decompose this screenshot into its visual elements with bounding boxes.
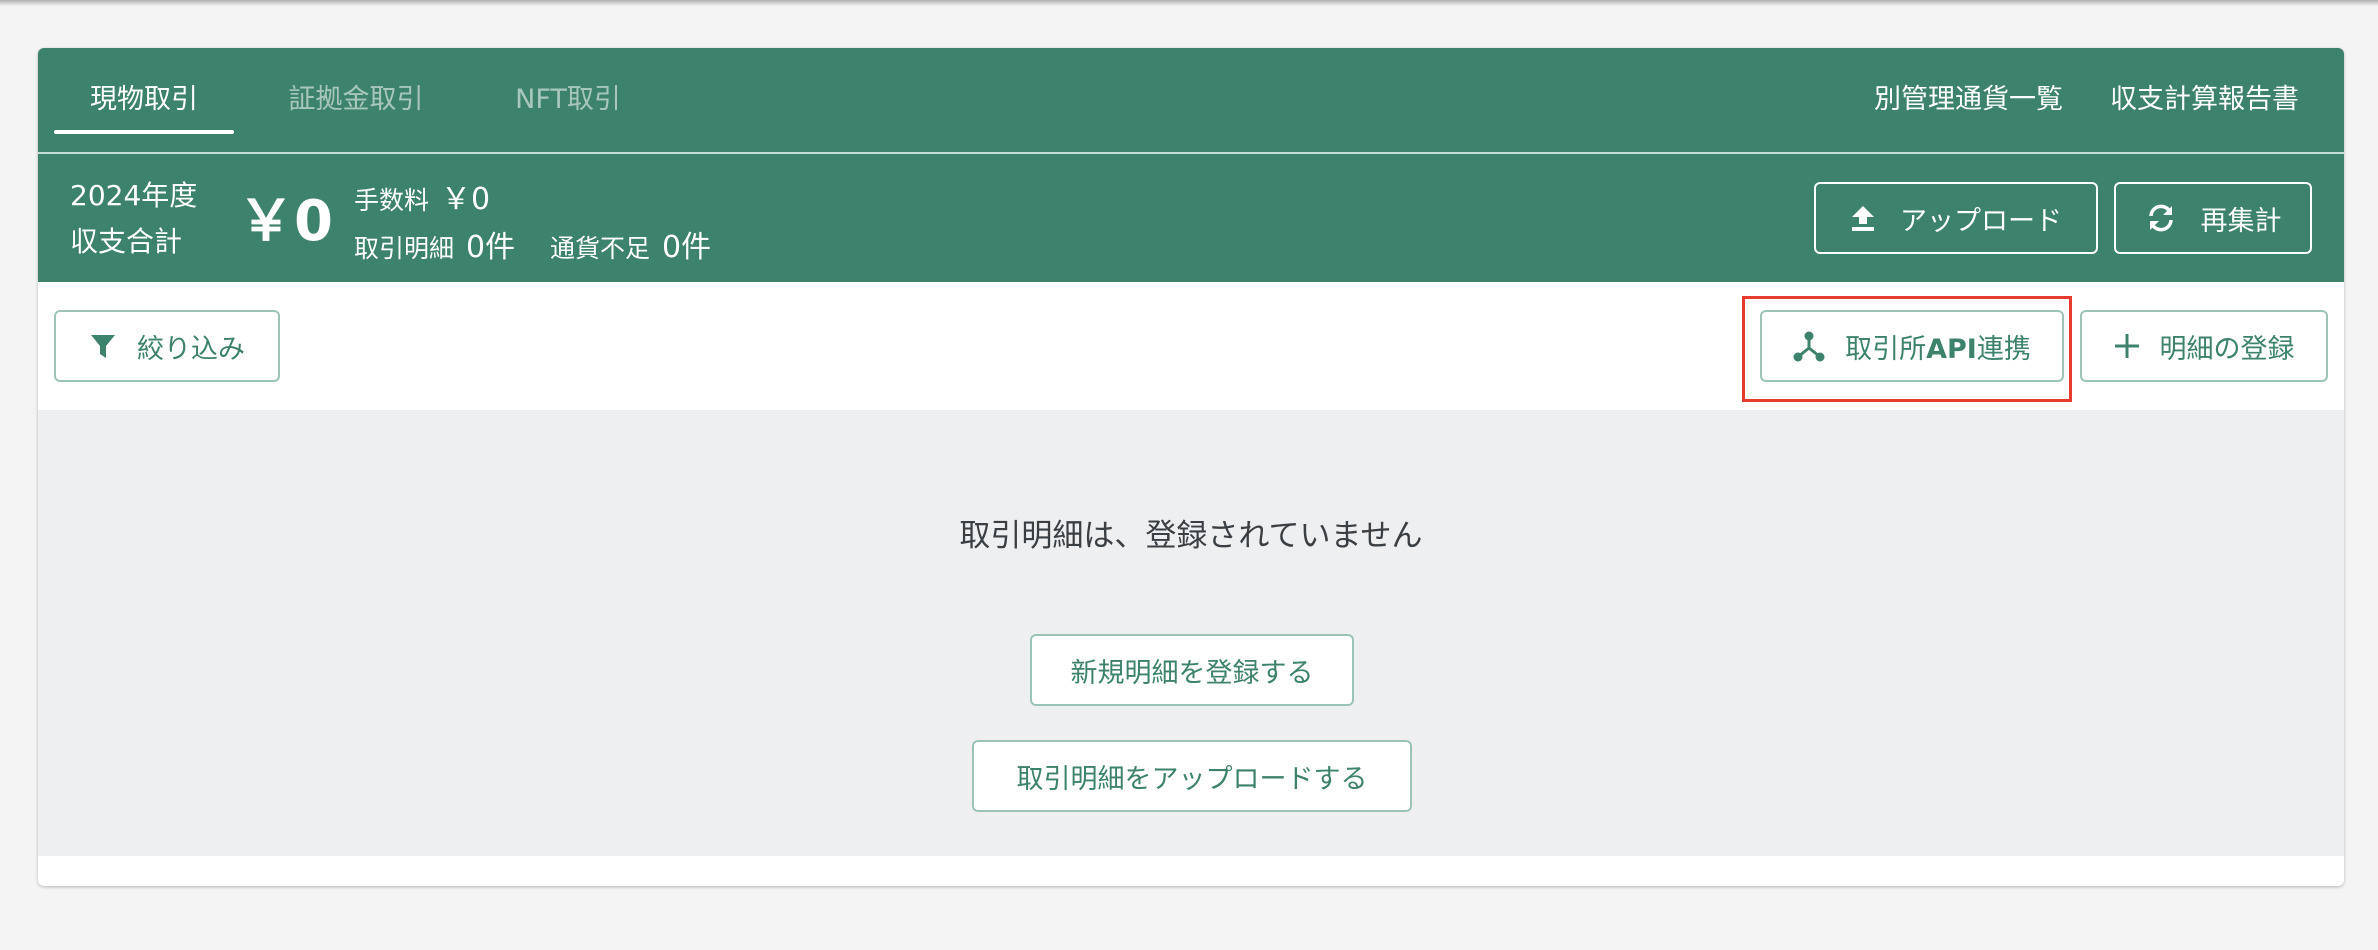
- transactions-card: 現物取引 証拠金取引 NFT取引 別管理通貨一覧 収支計算報告書 2024年度 …: [38, 48, 2344, 886]
- tab-nft-trading[interactable]: NFT取引: [478, 48, 658, 152]
- shortage-count: 0件: [662, 230, 712, 265]
- recalculate-button[interactable]: 再集計: [2114, 182, 2312, 254]
- fee-value: ￥0: [441, 182, 491, 217]
- tab-spot-trading[interactable]: 現物取引: [54, 48, 234, 152]
- total-label: 収支合計: [70, 225, 183, 258]
- tab-bar: 現物取引 証拠金取引 NFT取引 別管理通貨一覧 収支計算報告書: [38, 48, 2344, 154]
- empty-state-message: 取引明細は、登録されていません: [959, 518, 1423, 554]
- register-detail-button[interactable]: 明細の登録: [2080, 310, 2328, 382]
- filter-icon: [89, 332, 117, 360]
- filter-button[interactable]: 絞り込み: [54, 310, 280, 382]
- upload-detail-button-label: 取引明細をアップロードする: [1016, 763, 1368, 795]
- total-value: ￥0: [238, 189, 333, 254]
- upload-detail-button[interactable]: 取引明細をアップロードする: [972, 740, 1412, 812]
- upload-button[interactable]: アップロード: [1814, 182, 2098, 254]
- tx-detail-count: 0件: [466, 230, 516, 265]
- new-detail-button-label: 新規明細を登録する: [1070, 657, 1314, 689]
- highlight-annotation: [1742, 296, 2072, 402]
- summary-bar: 2024年度 収支合計 ￥0 手数料 ￥0 取引明細 0件 通貨不足 0件 アップロー…: [38, 154, 2344, 282]
- shortage-label: 通貨不足: [550, 234, 651, 263]
- plus-icon: [2114, 333, 2140, 359]
- top-shadow: [0, 0, 2378, 6]
- fee-label: 手数料: [354, 186, 430, 215]
- tx-detail-label: 取引明細: [354, 234, 455, 263]
- new-detail-button[interactable]: 新規明細を登録する: [1030, 634, 1354, 706]
- active-tab-indicator: [54, 130, 234, 134]
- income-report-link[interactable]: 収支計算報告書: [2110, 48, 2299, 152]
- refresh-icon: [2145, 204, 2177, 232]
- fiscal-year-label: 2024年度: [70, 179, 198, 212]
- separate-currency-list-link[interactable]: 別管理通貨一覧: [1874, 48, 2063, 152]
- tab-margin-trading[interactable]: 証拠金取引: [246, 48, 466, 152]
- shortage-summary: 通貨不足 0件: [550, 222, 711, 266]
- upload-button-label: アップロード: [1900, 205, 2062, 237]
- recalculate-button-label: 再集計: [2200, 205, 2282, 237]
- empty-state: 取引明細は、登録されていません 新規明細を登録する 取引明細をアップロードする: [38, 410, 2344, 856]
- register-detail-button-label: 明細の登録: [2159, 333, 2295, 365]
- upload-icon: [1850, 204, 1876, 232]
- filter-button-label: 絞り込み: [137, 333, 245, 365]
- tx-detail-summary: 取引明細 0件: [354, 222, 515, 266]
- fee-summary: 手数料 ￥0: [354, 174, 490, 218]
